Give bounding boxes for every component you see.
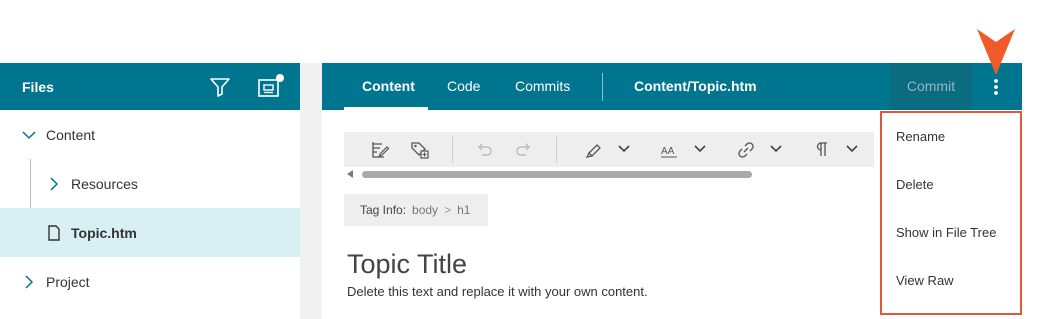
file-path: Content/Topic.htm [634,78,757,94]
tree-item-content[interactable]: Content [0,110,300,159]
tag-crumb-body[interactable]: body [412,203,438,217]
tab-content[interactable]: Content [362,63,415,110]
file-icon [48,224,60,241]
link-icon[interactable] [736,140,756,160]
edit-icon[interactable] [370,140,390,160]
editor-header: Content Code Commits Content/Topic.htm C… [322,63,1022,110]
tree-item-resources[interactable]: Resources [0,159,300,208]
tree-item-label: Resources [71,175,138,192]
files-header: Files [0,63,300,110]
chevron-down-icon[interactable] [618,143,630,155]
tree-item-label: Project [46,273,90,290]
chevron-right-icon [50,176,59,191]
menu-item-delete[interactable]: Delete [882,161,1020,209]
annotation-pointer-icon [977,29,1015,75]
commit-button[interactable]: Commit [890,63,972,110]
toolbar-separator [556,137,557,163]
chevron-right-icon [25,274,34,289]
chevron-down-icon[interactable] [694,143,706,155]
tab-commits[interactable]: Commits [515,63,570,110]
undo-icon[interactable] [474,140,494,160]
files-panel: Files Content Resources Topic.htm Projec… [0,63,300,319]
tag-info: Tag Info: body > h1 [344,194,488,226]
tag-crumb-h1[interactable]: h1 [457,203,470,217]
font-size-icon[interactable]: AA [660,140,680,160]
scrollbar-thumb[interactable] [362,171,752,178]
menu-item-rename[interactable]: Rename [882,113,1020,161]
file-tree: Content Resources Topic.htm Project [0,110,300,306]
toolbar-scrollbar[interactable] [344,169,754,179]
active-tab-indicator [344,107,428,110]
tab-code[interactable]: Code [447,63,480,110]
menu-item-show-in-file-tree[interactable]: Show in File Tree [882,209,1020,257]
toolbar-separator [452,137,453,163]
svg-text:AA: AA [661,146,675,157]
app-window: Files Content Resources Topic.htm Projec… [0,0,1050,319]
tag-icon[interactable] [410,140,430,160]
filter-icon[interactable] [209,77,231,97]
new-file-icon[interactable] [257,73,285,99]
files-title: Files [22,78,54,95]
chevron-down-icon[interactable] [846,143,858,155]
tag-info-label: Tag Info: [360,203,407,217]
panel-divider[interactable] [300,63,322,319]
scroll-left-arrow[interactable] [347,170,353,178]
more-vertical-icon[interactable] [986,77,1006,97]
chevron-down-icon [22,130,36,139]
header-separator [602,73,603,101]
tree-item-topic[interactable]: Topic.htm [0,208,300,257]
highlighter-icon[interactable] [584,140,604,160]
editor-toolbar: AA [344,132,874,167]
document-body[interactable]: Delete this text and replace it with you… [347,284,648,299]
chevron-down-icon[interactable] [770,143,782,155]
redo-icon[interactable] [514,140,534,160]
tree-item-label: Topic.htm [71,224,137,241]
document-title[interactable]: Topic Title [347,249,467,280]
tag-crumb-separator: > [444,203,452,217]
menu-item-view-raw[interactable]: View Raw [882,257,1020,305]
tree-item-project[interactable]: Project [0,257,300,306]
tree-item-label: Content [46,126,96,143]
paragraph-icon[interactable] [812,140,832,160]
more-options-menu: Rename Delete Show in File Tree View Raw [880,111,1022,315]
